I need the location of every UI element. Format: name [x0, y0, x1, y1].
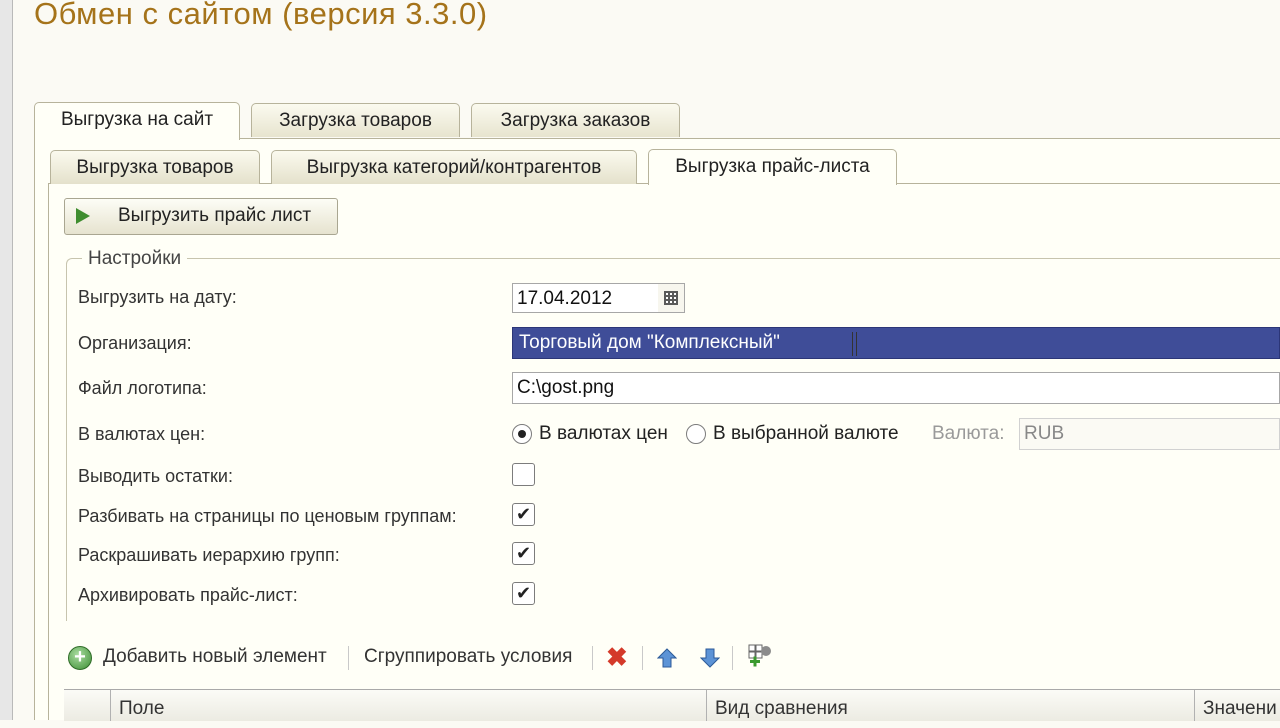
tab-export-to-site[interactable]: Выгрузка на сайт: [34, 102, 240, 140]
split-pages-checkbox[interactable]: ✔: [512, 503, 535, 526]
archive-label: Архивировать прайс-лист:: [78, 585, 298, 605]
radio-selected-currency[interactable]: [686, 424, 706, 444]
date-label: Выгрузить на дату:: [78, 287, 237, 307]
window-title: Обмен с сайтом (версия 3.3.0): [34, 0, 488, 31]
add-element-button[interactable]: + Добавить новый элемент: [64, 640, 340, 674]
radio-price-currencies-label: В валютах цен: [539, 423, 668, 444]
color-hierarchy-label: Раскрашивать иерархию групп:: [78, 545, 340, 565]
toolbar-separator: [348, 646, 349, 670]
radio-selected-currency-label: В выбранной валюте: [713, 423, 899, 444]
move-down-icon[interactable]: [700, 648, 720, 668]
tab-import-orders[interactable]: Загрузка заказов: [471, 103, 680, 137]
date-field[interactable]: 17.04.2012: [512, 283, 659, 313]
toolbar-separator: [592, 646, 593, 670]
currency-mode-label: В валютах цен:: [78, 424, 206, 444]
add-group-icon[interactable]: [746, 642, 774, 670]
calendar-icon: [664, 291, 678, 305]
toolbar-separator: [642, 646, 643, 670]
window-left-border: [0, 0, 13, 720]
logo-file-label: Файл логотипа:: [78, 378, 207, 398]
logo-file-field[interactable]: C:\gost.png: [512, 372, 1280, 404]
conditions-toolbar: + Добавить новый элемент Сгруппировать у…: [64, 640, 1280, 676]
column-header-value[interactable]: Значени: [1194, 690, 1280, 721]
delete-icon[interactable]: ✖: [606, 640, 628, 674]
organization-field[interactable]: Торговый дом "Комплексный": [512, 327, 1280, 359]
column-header-comparison[interactable]: Вид сравнения: [706, 690, 1194, 721]
archive-checkbox[interactable]: ✔: [512, 582, 535, 605]
export-price-list-button[interactable]: Выгрузить прайс лист: [64, 198, 338, 235]
tab-import-goods[interactable]: Загрузка товаров: [251, 103, 460, 137]
date-picker-button[interactable]: [658, 283, 685, 313]
currency-field: RUB: [1019, 418, 1280, 450]
move-up-icon[interactable]: [657, 648, 677, 668]
show-stock-checkbox[interactable]: [512, 463, 535, 486]
settings-legend: Настройки: [82, 248, 188, 270]
radio-price-currencies[interactable]: [512, 424, 532, 444]
play-icon: [76, 208, 90, 224]
tab-export-price-list[interactable]: Выгрузка прайс-листа: [648, 149, 897, 185]
toolbar-separator: [732, 646, 733, 670]
split-pages-label: Разбивать на страницы по ценовым группам…: [78, 506, 457, 526]
text-cursor: [852, 332, 857, 356]
export-button-label: Выгрузить прайс лист: [118, 205, 312, 226]
column-header-field[interactable]: Поле: [110, 690, 706, 721]
tab-export-goods[interactable]: Выгрузка товаров: [50, 150, 260, 184]
add-icon: +: [68, 646, 92, 670]
organization-label: Организация:: [78, 333, 192, 353]
tab-export-categories[interactable]: Выгрузка категорий/контрагентов: [271, 150, 637, 184]
color-hierarchy-checkbox[interactable]: ✔: [512, 542, 535, 565]
show-stock-label: Выводить остатки:: [78, 466, 233, 486]
organization-value: Торговый дом "Комплексный": [517, 332, 782, 354]
currency-label: Валюта:: [932, 423, 1005, 444]
add-element-label: Добавить новый элемент: [103, 646, 327, 667]
group-conditions-button[interactable]: Сгруппировать условия: [364, 640, 584, 674]
conditions-table-header: Поле Вид сравнения Значени: [64, 689, 1280, 721]
